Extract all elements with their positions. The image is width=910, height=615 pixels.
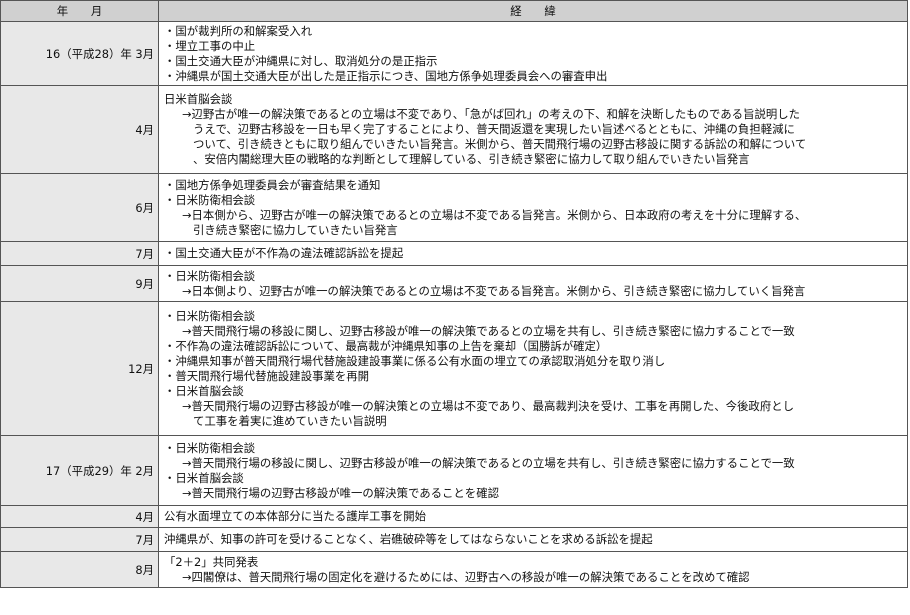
- table-row: 12月 ・日米防衛相会談 →普天間飛行場の移設に関し、辺野古移設が唯一の解決策である…: [0, 301, 908, 436]
- row-date-cell: 4月: [0, 85, 159, 174]
- detail-line: ・日米首脳会談: [164, 470, 244, 485]
- detail-line: ・不作為の違法確認訴訟について、最高裁が沖縄県知事の上告を棄却（国勝訴が確定）: [164, 338, 608, 353]
- detail-subline: →普天間飛行場の移設に関し、辺野古移設が唯一の解決策であるとの立場を共有し、引き…: [182, 323, 795, 338]
- row-date-cell: 17（平成29）年 2月: [0, 435, 159, 506]
- detail-line: ・日米首脳会談: [164, 383, 244, 398]
- row-detail-cell: ・日米防衛相会談 →日本側より、辺野古が唯一の解決策であるとの立場は不変である旨発…: [158, 265, 908, 302]
- detail-line: ・沖縄県知事が普天間飛行場代替施設建設事業に係る公有水面の埋立ての承認取消処分を…: [164, 353, 666, 368]
- row-detail-cell: 日米首脳会談 →辺野古が唯一の解決策であるとの立場は不変であり、「急がば回れ」の考…: [158, 85, 908, 174]
- detail-line: ・日米防衛相会談: [164, 308, 256, 323]
- row-detail-cell: 「2＋2」共同発表 →四閣僚は、普天間飛行場の固定化を避けるためには、辺野古への移…: [158, 551, 908, 588]
- detail-line: 公有水面埋立ての本体部分に当たる護岸工事を開始: [164, 509, 426, 523]
- table-row: 8月 「2＋2」共同発表 →四閣僚は、普天間飛行場の固定化を避けるためには、辺野古へ…: [0, 551, 908, 588]
- detail-line: 沖縄県が、知事の許可を受けることなく、岩礁破砕等をしてはならないことを求める訴訟…: [164, 532, 653, 546]
- detail-line: ・国土交通大臣が不作為の違法確認訴訟を提起: [164, 246, 404, 260]
- row-detail-cell: ・日米防衛相会談 →普天間飛行場の移設に関し、辺野古移設が唯一の解決策であるとの立…: [158, 435, 908, 506]
- table-header-row: 年 月 経 緯: [0, 0, 908, 22]
- detail-subline: →日本側から、辺野古が唯一の解決策であるとの立場は不変である旨発言。米側から、日…: [182, 207, 807, 222]
- detail-subline: 引き続き緊密に協力していきたい旨発言: [193, 222, 398, 237]
- detail-subline: →四閣僚は、普天間飛行場の固定化を避けるためには、辺野古への移設が唯一の解決策で…: [182, 569, 750, 584]
- detail-subline: うえで、辺野古移設を一日も早く完了することにより、普天間返還を実現したい旨述べる…: [193, 122, 795, 136]
- table-row: 17（平成29）年 2月 ・日米防衛相会談 →普天間飛行場の移設に関し、辺野古移設が…: [0, 435, 908, 506]
- row-detail-cell: ・国地方係争処理委員会が審査結果を通知 ・日米防衛相会談 →日本側から、辺野古が唯一…: [158, 173, 908, 242]
- detail-subline: 、安倍内閣総理大臣の戦略的な判断として理解している、引き続き緊密に協力して取り組…: [193, 152, 750, 166]
- table-row: 9月 ・日米防衛相会談 →日本側より、辺野古が唯一の解決策であるとの立場は不変である…: [0, 265, 908, 302]
- chronology-table: 年 月 経 緯 16（平成28）年 3月 ・国が裁判所の和解案受入れ ・埋立工事の中…: [0, 0, 908, 588]
- table-body: 16（平成28）年 3月 ・国が裁判所の和解案受入れ ・埋立工事の中止 ・国土交通大臣…: [0, 21, 908, 588]
- table-row: 4月 日米首脳会談 →辺野古が唯一の解決策であるとの立場は不変であり、「急がば回れ」…: [0, 85, 908, 174]
- header-date-column: 年 月: [0, 0, 159, 22]
- row-date-cell: 7月: [0, 241, 159, 266]
- detail-line: ・国地方係争処理委員会が審査結果を通知: [164, 177, 381, 192]
- detail-line: 日米首脳会談: [164, 92, 233, 106]
- row-detail-cell: ・国土交通大臣が不作為の違法確認訴訟を提起: [158, 241, 908, 266]
- detail-subline: →普天間飛行場の辺野古移設が唯一の解決策との立場は不変であり、最高裁判決を受け、…: [182, 398, 794, 413]
- row-detail-cell: 公有水面埋立ての本体部分に当たる護岸工事を開始: [158, 505, 908, 528]
- detail-line: ・日米防衛相会談: [164, 192, 256, 207]
- row-date-cell: 16（平成28）年 3月: [0, 21, 159, 86]
- row-date-cell: 9月: [0, 265, 159, 302]
- detail-subline: →普天間飛行場の辺野古移設が唯一の解決策であることを確認: [182, 485, 499, 500]
- detail-line: ・国が裁判所の和解案受入れ: [164, 23, 313, 38]
- row-detail-cell: 沖縄県が、知事の許可を受けることなく、岩礁破砕等をしてはならないことを求める訴訟…: [158, 527, 908, 552]
- detail-subline: →日本側より、辺野古が唯一の解決策であるとの立場は不変である旨発言。米側から、引…: [182, 283, 806, 298]
- detail-subline: て工事を着実に進めていきたい旨説明: [193, 413, 387, 428]
- detail-subline: →辺野古が唯一の解決策であるとの立場は不変であり、「急がば回れ」の考えの下、和解…: [182, 107, 801, 121]
- table-row: 7月 ・国土交通大臣が不作為の違法確認訴訟を提起: [0, 241, 908, 266]
- row-date-cell: 8月: [0, 551, 159, 588]
- header-body-column: 経 緯: [158, 0, 908, 22]
- row-detail-cell: ・国が裁判所の和解案受入れ ・埋立工事の中止 ・国土交通大臣が沖縄県に対し、取消処分…: [158, 21, 908, 86]
- chronology-table-container: 年 月 経 緯 16（平成28）年 3月 ・国が裁判所の和解案受入れ ・埋立工事の中…: [0, 0, 908, 588]
- detail-line: ・国土交通大臣が沖縄県に対し、取消処分の是正指示: [164, 53, 438, 68]
- table-row: 4月 公有水面埋立ての本体部分に当たる護岸工事を開始: [0, 505, 908, 528]
- detail-line: ・普天間飛行場代替施設建設事業を再開: [164, 368, 370, 383]
- table-row: 16（平成28）年 3月 ・国が裁判所の和解案受入れ ・埋立工事の中止 ・国土交通大臣…: [0, 21, 908, 86]
- table-row: 7月 沖縄県が、知事の許可を受けることなく、岩礁破砕等をしてはならないことを求める…: [0, 527, 908, 552]
- row-date-cell: 4月: [0, 505, 159, 528]
- detail-subline: →普天間飛行場の移設に関し、辺野古移設が唯一の解決策であるとの立場を共有し、引き…: [182, 455, 795, 470]
- detail-line: ・沖縄県が国土交通大臣が出した是正指示につき、国地方係争処理委員会への審査申出: [164, 68, 608, 83]
- detail-subline: ついて、引き続きともに取り組んでいきたい旨発言。米側から、普天間飛行場の辺野古移…: [193, 137, 807, 151]
- table-row: 6月 ・国地方係争処理委員会が審査結果を通知 ・日米防衛相会談 →日本側から、辺野古が…: [0, 173, 908, 242]
- row-detail-cell: ・日米防衛相会談 →普天間飛行場の移設に関し、辺野古移設が唯一の解決策であるとの立…: [158, 301, 908, 436]
- row-date-cell: 12月: [0, 301, 159, 436]
- detail-line: ・日米防衛相会談: [164, 440, 256, 455]
- row-date-cell: 6月: [0, 173, 159, 242]
- detail-line: ・埋立工事の中止: [164, 38, 256, 53]
- row-date-cell: 7月: [0, 527, 159, 552]
- detail-line: ・日米防衛相会談: [164, 268, 256, 283]
- detail-line: 「2＋2」共同発表: [164, 554, 259, 569]
